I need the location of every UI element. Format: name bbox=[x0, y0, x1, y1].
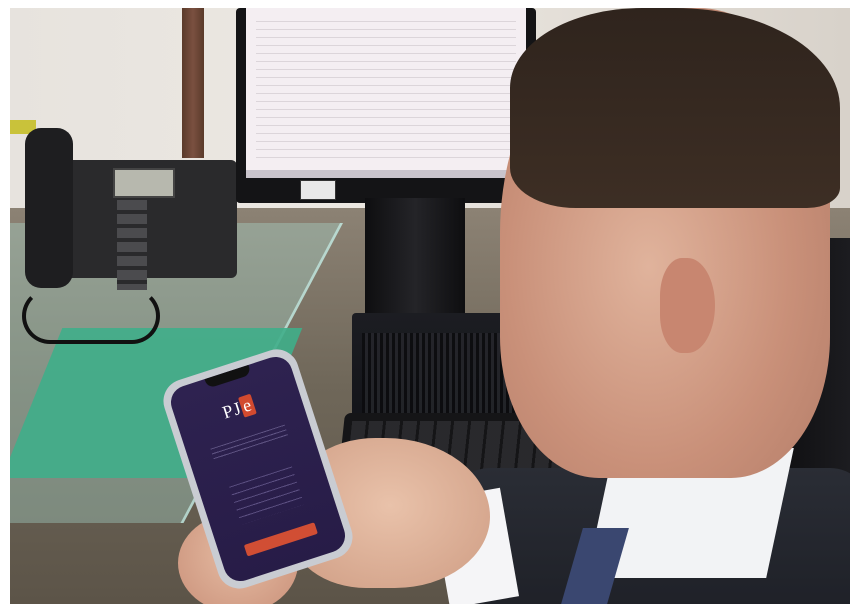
app-continue-button[interactable] bbox=[243, 522, 318, 557]
app-intro-text bbox=[210, 424, 289, 463]
monitor-taskbar bbox=[246, 170, 526, 178]
desk-phone-handset bbox=[25, 128, 73, 288]
photo-frame: PJe bbox=[10, 8, 850, 604]
desk-phone-display bbox=[113, 168, 175, 198]
desk-phone-keypad bbox=[117, 200, 147, 290]
man-hair bbox=[510, 8, 840, 208]
monitor-sticker bbox=[300, 180, 336, 200]
app-options-list[interactable] bbox=[229, 466, 305, 525]
smartphone-notch bbox=[204, 364, 252, 389]
man-ear bbox=[660, 258, 715, 353]
monitor-screen-content bbox=[256, 14, 516, 164]
desk-phone-icon bbox=[25, 128, 237, 290]
monitor-icon bbox=[236, 8, 536, 203]
monitor-screen bbox=[246, 8, 526, 173]
phone-cord bbox=[22, 288, 160, 344]
monitor-stand bbox=[365, 198, 465, 328]
